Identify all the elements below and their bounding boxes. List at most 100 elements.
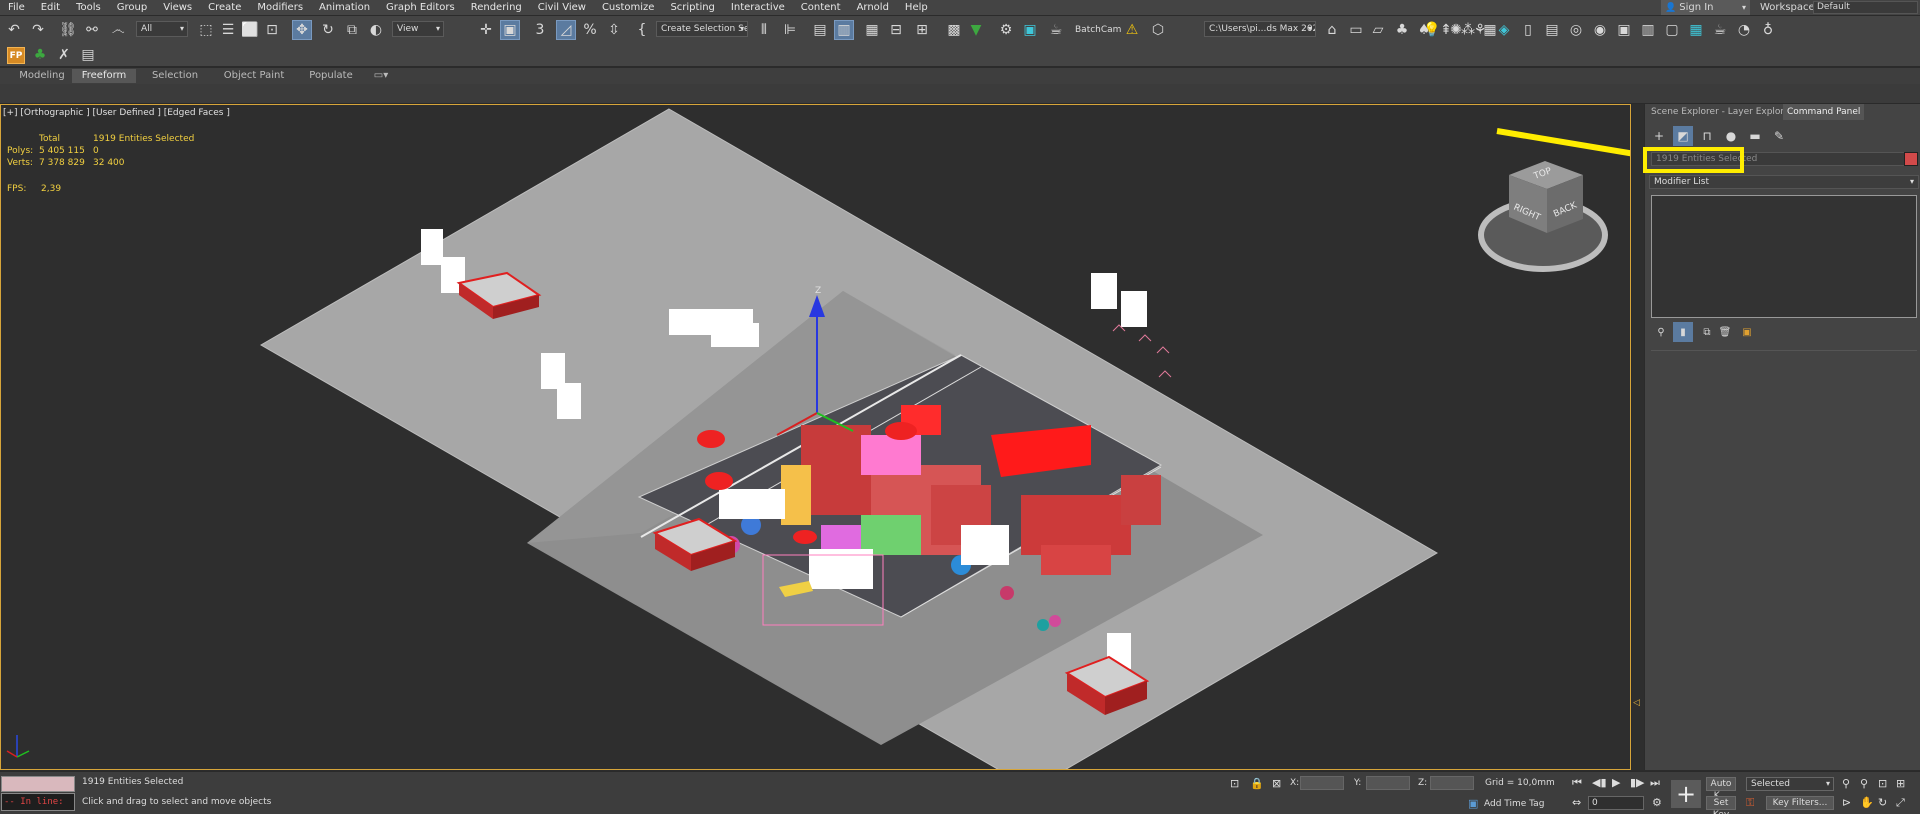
absolute-mode-icon[interactable]: ⊠ xyxy=(1272,777,1281,790)
key-mode-icon[interactable]: ⇔ xyxy=(1572,796,1581,809)
tab-selection[interactable]: Selection xyxy=(142,69,208,83)
tab-scene-explorer[interactable]: Scene Explorer - Layer Explorer xyxy=(1647,104,1797,120)
menu-edit[interactable]: Edit xyxy=(33,0,68,15)
menu-group[interactable]: Group xyxy=(109,0,155,15)
menu-views[interactable]: Views xyxy=(155,0,200,15)
tools-icon[interactable]: ✗ xyxy=(54,45,74,65)
x-coordinate-field[interactable] xyxy=(1300,776,1344,790)
display-icon[interactable]: ▬ xyxy=(1745,126,1765,146)
play-icon[interactable]: ▶ xyxy=(1612,776,1620,789)
utilities-icon[interactable]: ✎ xyxy=(1769,126,1789,146)
previous-frame-icon[interactable]: ◀▮ xyxy=(1592,776,1607,789)
configure-modifier-sets-icon[interactable]: ▣ xyxy=(1737,322,1757,342)
foliage-tree-icon[interactable]: ♣ xyxy=(1392,20,1412,40)
go-to-end-icon[interactable]: ⏭ xyxy=(1650,776,1660,790)
orbit-icon[interactable]: ↻ xyxy=(1878,796,1887,809)
reference-coordinate-dropdown[interactable]: View xyxy=(392,21,444,37)
menu-help[interactable]: Help xyxy=(897,0,936,15)
menu-graph-editors[interactable]: Graph Editors xyxy=(378,0,463,15)
auto-key-button[interactable]: Auto K... xyxy=(1706,777,1736,801)
edit-named-selection-icon[interactable]: { xyxy=(632,20,652,40)
rendered-frame-window-icon[interactable]: ▣ xyxy=(1020,20,1040,40)
redo-icon[interactable]: ↷ xyxy=(28,20,48,40)
render-region-icon[interactable]: ▢ xyxy=(1662,20,1682,40)
hierarchy-icon[interactable]: ⊓ xyxy=(1697,126,1717,146)
pin-stack-icon[interactable]: ⚲ xyxy=(1651,322,1671,342)
zoom-extents-icon[interactable]: ⊡ xyxy=(1878,777,1887,790)
perspective-viewport[interactable]: Z TOP RIGHT BACK [+] [Orthographic] [Us… xyxy=(0,104,1631,770)
import-icon[interactable]: ▱ xyxy=(1368,20,1388,40)
select-and-rotate-icon[interactable]: ↻ xyxy=(318,20,338,40)
tab-command-panel[interactable]: Command Panel xyxy=(1783,104,1865,120)
create-icon[interactable]: + xyxy=(1649,126,1669,146)
object-color-swatch[interactable] xyxy=(1904,152,1918,166)
pan-icon[interactable]: ✋ xyxy=(1860,796,1874,809)
rectangle-selection-icon[interactable]: ⬜ xyxy=(240,20,260,40)
menu-rendering[interactable]: Rendering xyxy=(463,0,530,15)
sun-icon[interactable]: ✺ xyxy=(1446,20,1466,40)
tab-object-paint[interactable]: Object Paint xyxy=(214,69,294,83)
next-frame-icon[interactable]: ▮▶ xyxy=(1630,776,1645,789)
named-selection-set-dropdown[interactable]: Create Selection Se xyxy=(656,21,748,37)
bind-space-warp-icon[interactable]: ෴ xyxy=(108,20,128,40)
menu-file[interactable]: File xyxy=(0,0,33,15)
current-frame-field[interactable]: 0 xyxy=(1588,796,1644,810)
sign-in-dropdown[interactable]: 👤 Sign In ▾ xyxy=(1661,0,1750,15)
project-folder-icon[interactable]: ⌂ xyxy=(1322,20,1342,40)
list-icon[interactable]: ▤ xyxy=(78,45,98,65)
percent-snap-icon[interactable]: % xyxy=(580,20,600,40)
zoom-icon[interactable]: ⚲ xyxy=(1842,777,1850,790)
menu-customize[interactable]: Customize xyxy=(594,0,663,15)
film-icon[interactable]: ▤ xyxy=(1542,20,1562,40)
menu-tools[interactable]: Tools xyxy=(68,0,109,15)
modifier-stack[interactable] xyxy=(1651,195,1917,318)
window-crossing-icon[interactable]: ⊡ xyxy=(262,20,282,40)
menu-modifiers[interactable]: Modifiers xyxy=(249,0,311,15)
batchcam-label[interactable]: BatchCam xyxy=(1075,25,1121,35)
menu-content[interactable]: Content xyxy=(793,0,849,15)
save-project-icon[interactable]: ▭ xyxy=(1346,20,1366,40)
bulb-icon[interactable]: ♁ xyxy=(1758,20,1778,40)
render-elements-icon[interactable]: ⚘ xyxy=(1470,20,1490,40)
target-icon[interactable]: ◎ xyxy=(1566,20,1586,40)
key-filter-icon[interactable]: ⚿ xyxy=(1746,796,1754,810)
isolate-selection-icon[interactable]: ⊡ xyxy=(1230,777,1239,790)
modify-icon[interactable]: ◩ xyxy=(1673,126,1693,146)
material-editor-icon[interactable]: ▩ xyxy=(944,20,964,40)
set-keys-button[interactable]: + xyxy=(1671,780,1701,808)
placement-icon[interactable]: ◐ xyxy=(366,20,386,40)
mirror-icon[interactable]: ⫴ xyxy=(754,20,774,40)
show-end-result-icon[interactable]: ▮ xyxy=(1673,322,1693,342)
forest-pack-icon[interactable]: FP xyxy=(7,47,25,64)
link-icon[interactable]: ⛓ xyxy=(58,20,78,40)
ribbon-options-icon[interactable]: ▭▾ xyxy=(368,69,394,83)
motion-icon[interactable]: ● xyxy=(1721,126,1741,146)
maxscript-listener-mini[interactable] xyxy=(1,776,75,792)
eye-icon[interactable]: ◔ xyxy=(1734,20,1754,40)
pivot-center-icon[interactable]: ✛ xyxy=(476,20,496,40)
select-object-icon[interactable]: ⬚ xyxy=(196,20,216,40)
arnold-icon[interactable]: ⬡ xyxy=(1148,20,1168,40)
viewcube[interactable]: TOP RIGHT BACK xyxy=(1478,161,1608,272)
menu-interactive[interactable]: Interactive xyxy=(723,0,793,15)
make-unique-icon[interactable]: ⧉ xyxy=(1697,322,1717,342)
select-manipulate-icon[interactable]: ▣ xyxy=(500,20,520,40)
panel-splitter[interactable]: ◁ xyxy=(1632,104,1644,770)
warning-icon[interactable]: ⚠ xyxy=(1122,20,1142,40)
selection-filter-dropdown[interactable]: All xyxy=(136,21,188,37)
key-filters-button[interactable]: Key Filters... xyxy=(1766,796,1834,810)
go-to-start-icon[interactable]: ⏮ xyxy=(1572,776,1582,790)
book-icon[interactable]: ▯ xyxy=(1518,20,1538,40)
select-and-scale-icon[interactable]: ⧉ xyxy=(342,20,362,40)
workspace-select[interactable]: Default xyxy=(1813,1,1918,14)
forest-trees-icon[interactable]: ♣ xyxy=(30,45,50,65)
toggle-scene-explorer-icon[interactable]: ▤ xyxy=(810,20,830,40)
zoom-extents-all-icon[interactable]: ⊞ xyxy=(1896,777,1905,790)
selection-lock-icon[interactable]: 🔒 xyxy=(1250,777,1264,790)
select-and-move-icon[interactable]: ✥ xyxy=(292,20,312,40)
menu-scripting[interactable]: Scripting xyxy=(662,0,722,15)
camera-icon[interactable]: ◉ xyxy=(1590,20,1610,40)
tab-modeling[interactable]: Modeling xyxy=(8,69,76,83)
viewport-label[interactable]: [+] [Orthographic ] [User Defined ] [Edg… xyxy=(3,108,230,118)
field-of-view-icon[interactable]: ⊳ xyxy=(1842,796,1851,809)
